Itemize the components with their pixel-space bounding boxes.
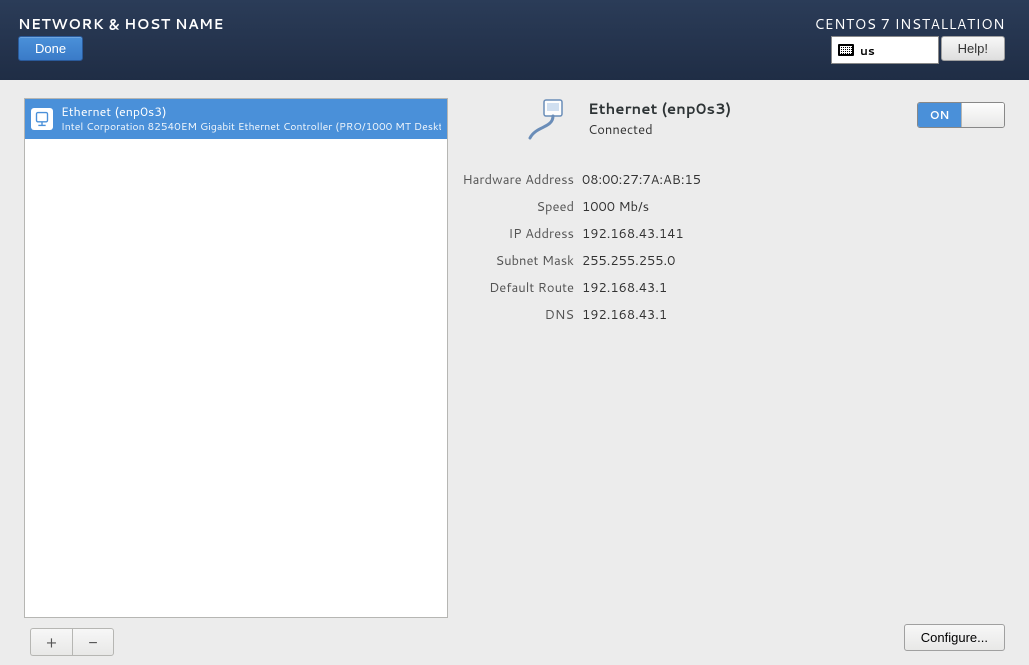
page-title: NETWORK & HOST NAME: [18, 14, 224, 34]
configure-button[interactable]: Configure...: [904, 624, 1005, 651]
ethernet-icon: [31, 108, 53, 130]
header-bar: NETWORK & HOST NAME CENTOS 7 INSTALLATIO…: [0, 0, 1029, 80]
device-name: Ethernet (enp0s3): [61, 105, 441, 120]
prop-row-speed: Speed 1000 Mb/s: [462, 193, 1005, 220]
prop-row-subnet-mask: Subnet Mask 255.255.255.0: [462, 247, 1005, 274]
prop-label: Hardware Address: [462, 171, 574, 189]
product-title: CENTOS 7 INSTALLATION: [814, 14, 1005, 34]
ethernet-large-icon: [526, 98, 576, 144]
prop-row-default-route: Default Route 192.168.43.1: [462, 274, 1005, 301]
prop-value: 192.168.43.1: [582, 306, 667, 324]
prop-label: IP Address: [462, 225, 574, 243]
prop-row-hardware-address: Hardware Address 08:00:27:7A:AB:15: [462, 166, 1005, 193]
detail-title-block: Ethernet (enp0s3) Connected: [588, 98, 731, 139]
device-list-item[interactable]: Ethernet (enp0s3) Intel Corporation 8254…: [25, 99, 447, 139]
help-button[interactable]: Help!: [941, 36, 1005, 61]
prop-value: 255.255.255.0: [582, 252, 675, 270]
prop-label: Default Route: [462, 279, 574, 297]
device-list[interactable]: Ethernet (enp0s3) Intel Corporation 8254…: [24, 98, 448, 618]
done-button[interactable]: Done: [18, 36, 83, 61]
detail-header: Ethernet (enp0s3) Connected ON: [462, 98, 1005, 144]
prop-row-dns: DNS 192.168.43.1: [462, 301, 1005, 328]
prop-label: Subnet Mask: [462, 252, 574, 270]
device-add-remove-row: + −: [24, 620, 448, 662]
prop-value: 08:00:27:7A:AB:15: [582, 171, 701, 189]
device-text: Ethernet (enp0s3) Intel Corporation 8254…: [61, 105, 441, 134]
prop-label: Speed: [462, 198, 574, 216]
detail-title: Ethernet (enp0s3): [588, 98, 731, 119]
prop-value: 192.168.43.141: [582, 225, 684, 243]
prop-row-ip-address: IP Address 192.168.43.141: [462, 220, 1005, 247]
keyboard-icon: [838, 44, 854, 56]
prop-label: DNS: [462, 306, 574, 324]
content-area: Ethernet (enp0s3) Intel Corporation 8254…: [0, 80, 1029, 665]
remove-device-button[interactable]: −: [72, 628, 114, 656]
device-description: Intel Corporation 82540EM Gigabit Ethern…: [61, 120, 441, 134]
toggle-on-label: ON: [918, 103, 961, 127]
prop-value: 192.168.43.1: [582, 279, 667, 297]
device-detail-panel: Ethernet (enp0s3) Connected ON Hardware …: [462, 98, 1005, 328]
toggle-knob: [961, 103, 1004, 127]
detail-status: Connected: [588, 121, 731, 139]
keyboard-layout-label: us: [860, 42, 875, 59]
add-device-button[interactable]: +: [30, 628, 72, 656]
keyboard-layout-selector[interactable]: us: [831, 36, 939, 64]
connection-toggle[interactable]: ON: [917, 102, 1005, 128]
property-list: Hardware Address 08:00:27:7A:AB:15 Speed…: [462, 166, 1005, 328]
prop-value: 1000 Mb/s: [582, 198, 649, 216]
